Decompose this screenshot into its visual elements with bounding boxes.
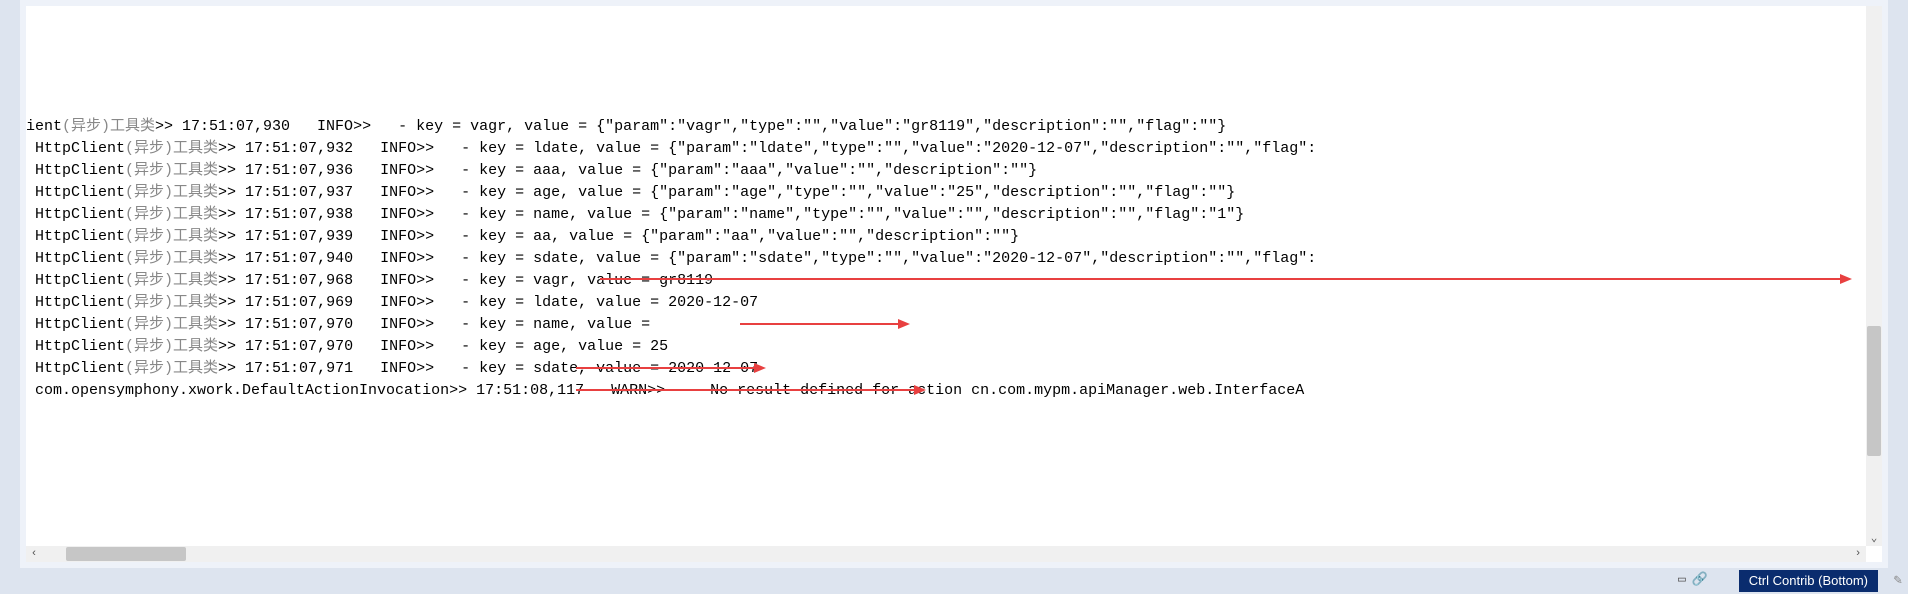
log-line: HttpClient(异步)工具类>> 17:51:07,968 INFO>> … bbox=[26, 270, 1866, 292]
log-line: HttpClient(异步)工具类>> 17:51:07,936 INFO>> … bbox=[26, 160, 1866, 182]
log-line: HttpClient(异步)工具类>> 17:51:07,970 INFO>> … bbox=[26, 336, 1866, 358]
log-line: com.opensymphony.xwork.DefaultActionInvo… bbox=[26, 380, 1866, 402]
log-line: HttpClient(异步)工具类>> 17:51:07,932 INFO>> … bbox=[26, 138, 1866, 160]
log-line: HttpClient(异步)工具类>> 17:51:07,939 INFO>> … bbox=[26, 226, 1866, 248]
vertical-scroll-thumb[interactable] bbox=[1867, 326, 1881, 456]
log-line: HttpClient(异步)工具类>> 17:51:07,971 INFO>> … bbox=[26, 358, 1866, 380]
log-line: HttpClient(异步)工具类>> 17:51:07,940 INFO>> … bbox=[26, 248, 1866, 270]
log-line: HttpClient(异步)工具类>> 17:51:07,937 INFO>> … bbox=[26, 182, 1866, 204]
link-icon[interactable]: 🔗 bbox=[1692, 572, 1708, 587]
log-line: HttpClient(异步)工具类>> 17:51:07,969 INFO>> … bbox=[26, 292, 1866, 314]
vertical-scrollbar[interactable]: ⌄ bbox=[1866, 6, 1882, 546]
horizontal-scrollbar[interactable]: ‹ › bbox=[26, 546, 1866, 562]
log-line: HttpClient(异步)工具类>> 17:51:07,970 INFO>> … bbox=[26, 314, 1866, 336]
status-bar: ▭ 🔗 Ctrl Contrib (Bottom) ✎ bbox=[0, 568, 1908, 594]
log-line: ient(异步)工具类>> 17:51:07,930 INFO>> - key … bbox=[26, 116, 1866, 138]
scroll-down-arrow-icon[interactable]: ⌄ bbox=[1866, 530, 1882, 546]
edit-icon[interactable]: ✎ bbox=[1894, 572, 1902, 589]
ctrl-contrib-button[interactable]: Ctrl Contrib (Bottom) bbox=[1739, 570, 1878, 592]
page-frame: ient(异步)工具类>> 17:51:07,930 INFO>> - key … bbox=[20, 0, 1888, 568]
log-output[interactable]: ient(异步)工具类>> 17:51:07,930 INFO>> - key … bbox=[26, 6, 1866, 546]
console-icon[interactable]: ▭ bbox=[1678, 572, 1686, 587]
console-pane: ient(异步)工具类>> 17:51:07,930 INFO>> - key … bbox=[26, 6, 1882, 562]
status-icons: ▭ 🔗 bbox=[1678, 572, 1708, 587]
scroll-right-arrow-icon[interactable]: › bbox=[1850, 546, 1866, 562]
horizontal-scroll-thumb[interactable] bbox=[66, 547, 186, 561]
log-line: HttpClient(异步)工具类>> 17:51:07,938 INFO>> … bbox=[26, 204, 1866, 226]
scroll-left-arrow-icon[interactable]: ‹ bbox=[26, 546, 42, 562]
